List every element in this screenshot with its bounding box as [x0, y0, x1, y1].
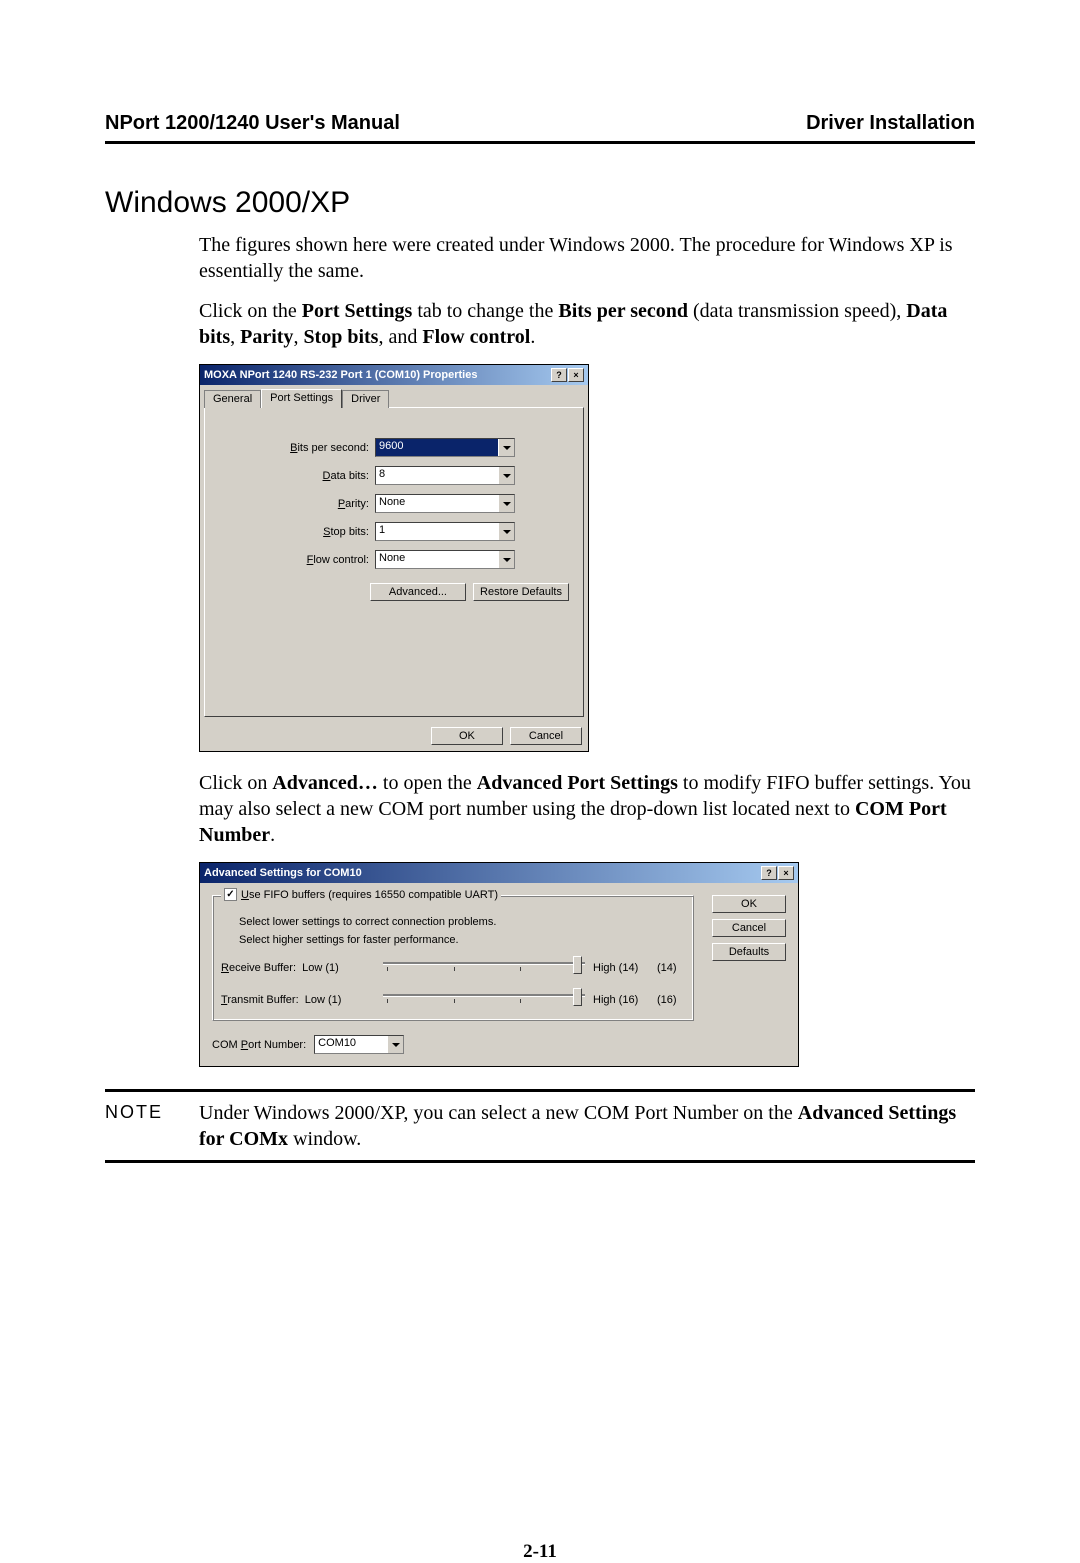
fifo-checkbox[interactable]: ✓	[224, 888, 237, 901]
note-block: NOTE Under Windows 2000/XP, you can sele…	[105, 1089, 975, 1163]
help-icon[interactable]: ?	[551, 368, 567, 382]
tab-driver[interactable]: Driver	[342, 390, 389, 408]
fifo-help-1: Select lower settings to correct connect…	[239, 916, 685, 928]
text: (data transmission speed),	[688, 300, 906, 322]
bps-label: Bits per second:	[215, 442, 375, 454]
text: ,	[293, 326, 303, 348]
bps-combo[interactable]: 9600	[375, 438, 515, 457]
comport-label: COM Port Number:	[212, 1039, 306, 1051]
text: Click on the	[199, 300, 302, 322]
chevron-down-icon[interactable]	[498, 439, 514, 456]
chevron-down-icon[interactable]	[498, 467, 514, 484]
stopbits-combo[interactable]: 1	[375, 522, 515, 541]
stopbits-label: Stop bits:	[215, 526, 375, 538]
parity-label: Parity:	[215, 498, 375, 510]
fifo-fieldset: ✓ Use FIFO buffers (requires 16550 compa…	[212, 895, 694, 1021]
comport-value: COM10	[315, 1036, 387, 1053]
parity-value: None	[376, 495, 498, 512]
text: .	[530, 326, 535, 348]
flowcontrol-value: None	[376, 551, 498, 568]
close-icon[interactable]: ×	[778, 866, 794, 880]
manual-title: NPort 1200/1240 User's Manual	[105, 112, 400, 134]
databits-label: Data bits:	[215, 470, 375, 482]
text: Under Windows 2000/XP, you can select a …	[199, 1102, 798, 1124]
transmit-buffer-row: Transmit Buffer: Low (1) High (16) (16)	[221, 990, 685, 1010]
close-icon[interactable]: ×	[568, 368, 584, 382]
tab-body: Bits per second: 9600 Data bits: 8 Parit…	[204, 407, 584, 717]
text: tab to change the	[412, 300, 558, 322]
tab-general[interactable]: General	[204, 390, 261, 408]
bps-value: 9600	[376, 439, 498, 456]
bold: Stop bits	[303, 326, 378, 348]
bold: Port Settings	[302, 300, 413, 322]
dialog-title: MOXA NPort 1240 RS-232 Port 1 (COM10) Pr…	[204, 369, 477, 381]
comport-combo[interactable]: COM10	[314, 1035, 404, 1054]
bold: Advanced Port Settings	[477, 772, 678, 794]
cancel-button[interactable]: Cancel	[712, 919, 786, 937]
receive-buffer-label: Receive Buffer:	[221, 962, 296, 974]
transmit-buffer-slider[interactable]	[383, 990, 585, 1010]
help-icon[interactable]: ?	[761, 866, 777, 880]
transmit-high-label: High (16)	[593, 994, 649, 1006]
dialog-title: Advanced Settings for COM10	[204, 867, 362, 879]
receive-buffer-slider[interactable]	[383, 958, 585, 978]
receive-high-label: High (14)	[593, 962, 649, 974]
defaults-button[interactable]: Defaults	[712, 943, 786, 961]
databits-value: 8	[376, 467, 498, 484]
chevron-down-icon[interactable]	[387, 1036, 403, 1053]
tab-port-settings[interactable]: Port Settings	[261, 389, 342, 408]
transmit-low-label: Low (1)	[305, 994, 342, 1006]
dialog-titlebar: MOXA NPort 1240 RS-232 Port 1 (COM10) Pr…	[200, 365, 588, 385]
page-number: 2-11	[105, 1541, 975, 1563]
ok-button[interactable]: OK	[431, 727, 503, 745]
fifo-checkbox-label: Use FIFO buffers (requires 16550 compati…	[241, 889, 498, 901]
manual-section: Driver Installation	[806, 112, 975, 135]
receive-buffer-row: Receive Buffer: Low (1) High (14) (14)	[221, 958, 685, 978]
bold: Bits per second	[558, 300, 688, 322]
transmit-value: (16)	[657, 994, 685, 1006]
note-label: NOTE	[105, 1100, 199, 1152]
bold: Advanced…	[272, 772, 378, 794]
text: window.	[288, 1128, 361, 1150]
fifo-help-2: Select higher settings for faster perfor…	[239, 934, 685, 946]
chevron-down-icon[interactable]	[498, 523, 514, 540]
bold: Parity	[240, 326, 293, 348]
cancel-button[interactable]: Cancel	[510, 727, 582, 745]
chevron-down-icon[interactable]	[498, 495, 514, 512]
dialog-titlebar: Advanced Settings for COM10 ? ×	[200, 863, 798, 883]
flowcontrol-combo[interactable]: None	[375, 550, 515, 569]
intro-paragraph-1: The figures shown here were created unde…	[199, 232, 975, 284]
receive-value: (14)	[657, 962, 685, 974]
restore-defaults-button[interactable]: Restore Defaults	[473, 583, 569, 601]
text: ,	[230, 326, 240, 348]
stopbits-value: 1	[376, 523, 498, 540]
header-rule	[105, 141, 975, 144]
bold: Flow control	[422, 326, 530, 348]
text: to open the	[378, 772, 477, 794]
advanced-button[interactable]: Advanced...	[370, 583, 466, 601]
receive-low-label: Low (1)	[302, 962, 339, 974]
paragraph-3: Click on Advanced… to open the Advanced …	[199, 770, 975, 848]
transmit-buffer-label: Transmit Buffer:	[221, 994, 299, 1006]
note-text: Under Windows 2000/XP, you can select a …	[199, 1100, 975, 1152]
parity-combo[interactable]: None	[375, 494, 515, 513]
text: , and	[378, 326, 422, 348]
flowcontrol-label: Flow control:	[215, 554, 375, 566]
section-heading: Windows 2000/XP	[105, 186, 975, 220]
text: .	[270, 824, 275, 846]
text: Click on	[199, 772, 272, 794]
port-properties-dialog: MOXA NPort 1240 RS-232 Port 1 (COM10) Pr…	[199, 364, 589, 752]
chevron-down-icon[interactable]	[498, 551, 514, 568]
tab-strip: GeneralPort SettingsDriver	[200, 385, 588, 407]
advanced-settings-dialog: Advanced Settings for COM10 ? × ✓ Use FI…	[199, 862, 799, 1067]
ok-button[interactable]: OK	[712, 895, 786, 913]
databits-combo[interactable]: 8	[375, 466, 515, 485]
intro-paragraph-2: Click on the Port Settings tab to change…	[199, 298, 975, 350]
